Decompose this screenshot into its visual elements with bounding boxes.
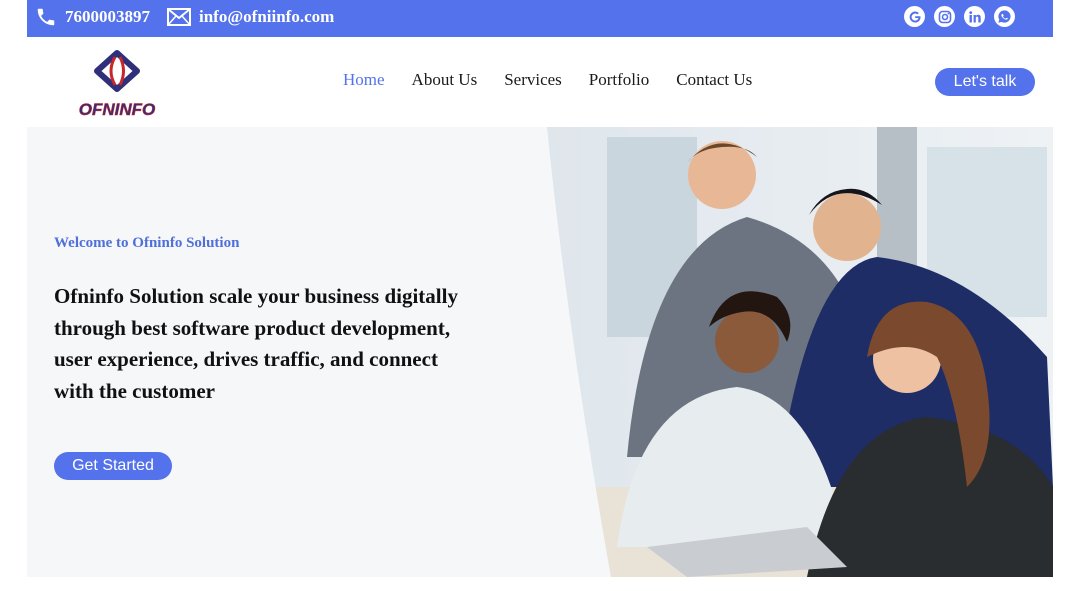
whatsapp-icon [998,10,1011,23]
linkedin-link[interactable] [964,6,985,27]
nav-about-us[interactable]: About Us [412,70,478,90]
email-link[interactable]: info@ofniinfo.com [167,7,334,27]
instagram-icon [938,10,951,23]
hero-section: Welcome to Ofninfo Solution Ofninfo Solu… [27,127,1053,577]
nav-contact-us[interactable]: Contact Us [676,70,752,90]
google-icon [909,11,920,23]
get-started-button[interactable]: Get Started [54,452,172,480]
lets-talk-button[interactable]: Let's talk [935,68,1035,96]
linkedin-icon [968,10,981,22]
welcome-text: Welcome to Ofninfo Solution [54,235,240,251]
nav-services[interactable]: Services [504,70,562,90]
hero-headline: Ofninfo Solution scale your business dig… [54,284,458,403]
email-address: info@ofniinfo.com [199,6,335,26]
top-contact-bar: 7600003897 info@ofniinfo.com [27,0,1053,37]
ofninfo-logo[interactable]: OFNINFO [65,47,170,119]
whatsapp-link[interactable] [994,6,1015,27]
social-links [895,6,1015,27]
nav-menu: Home About Us Services Portfolio Contact… [343,70,779,90]
instagram-link[interactable] [934,6,955,27]
nav-home[interactable]: Home [343,70,385,90]
phone-link[interactable]: 7600003897 [35,6,150,28]
google-link[interactable] [904,6,925,27]
nav-portfolio[interactable]: Portfolio [589,70,649,90]
logo-wordmark: OFNINFO [79,100,156,119]
team-photo-image [547,127,1053,577]
main-navbar: OFNINFO Home About Us Services Portfolio… [27,37,1053,127]
contact-info: 7600003897 info@ofniinfo.com [35,0,351,33]
phone-number: 7600003897 [65,6,150,26]
phone-icon [37,8,55,25]
mail-icon [167,7,191,26]
